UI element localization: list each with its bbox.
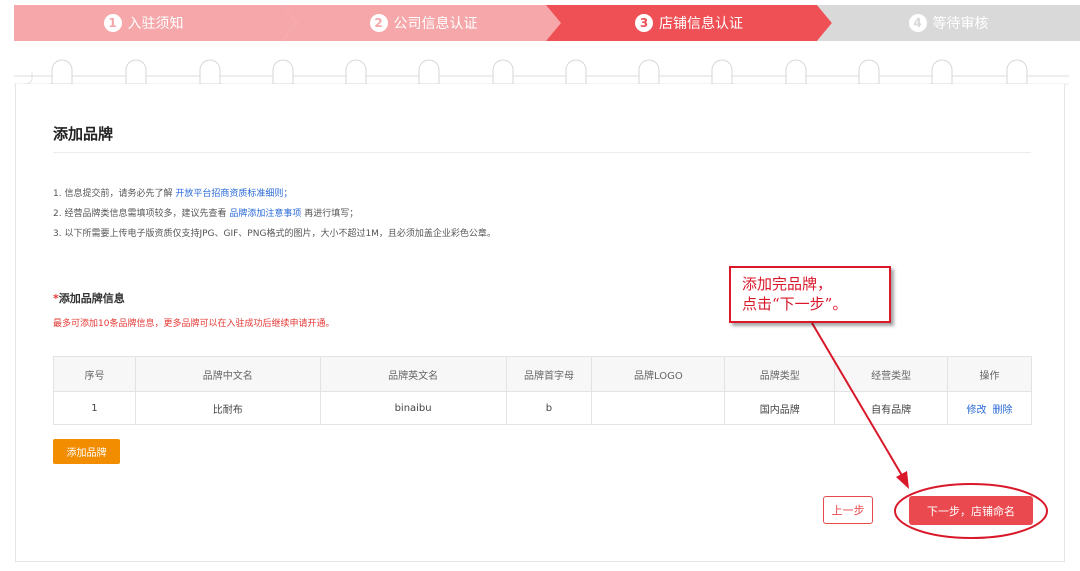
col-header-logo: 品牌LOGO (591, 356, 726, 392)
col-header-brand-type: 品牌类型 (724, 356, 836, 392)
step-2: 2 公司信息认证 (282, 5, 565, 41)
title-divider (53, 152, 1031, 153)
brand-section-label: 添加品牌信息 (58, 292, 125, 305)
step-2-number: 2 (369, 14, 388, 32)
cell-initial: b (505, 391, 593, 425)
cell-brand-type: 国内品牌 (724, 391, 836, 425)
step-4-label: 等待审核 (932, 16, 989, 32)
col-header-biz-type: 经营类型 (834, 356, 949, 392)
cell-logo (591, 391, 726, 425)
cell-index: 1 (53, 391, 136, 425)
note-3: 3. 以下所需要上传电子版资质仅支持JPG、GIF、PNG格式的图片，大小不超过… (53, 229, 496, 239)
rules-link[interactable]: 开放平台招商资质标准细则； (175, 189, 292, 199)
cell-biz-type: 自有品牌 (834, 391, 949, 425)
table-row: 1 比耐布 binaibu b 国内品牌 自有品牌 修改 删除 (53, 391, 1032, 425)
edit-link[interactable]: 修改 (967, 405, 987, 416)
brand-limit-notice: 最多可添加10条品牌信息，更多品牌可以在入驻成功后继续申请开通。 (53, 319, 335, 329)
brand-table: 序号 品牌中文名 品牌英文名 品牌首字母 品牌LOGO 品牌类型 经营类型 操作… (53, 356, 1032, 425)
delete-link[interactable]: 删除 (993, 405, 1013, 416)
annotation-callout: 添加完品牌， 点击“下一步”。 (729, 266, 891, 323)
note-1-text: 1. 信息提交前，请务必先了解 (53, 189, 176, 199)
note-2: 2. 经营品牌类信息需填项较多，建议先查看 品牌添加注意事项 再进行填写； (53, 204, 496, 224)
note-2-suffix: 再进行填写； (301, 209, 359, 219)
step-4: 4 等待审核 (817, 5, 1080, 41)
cell-actions: 修改 删除 (947, 391, 1032, 425)
col-header-index: 序号 (53, 356, 136, 392)
step-2-label: 公司信息认证 (393, 16, 478, 32)
col-header-initial: 品牌首字母 (505, 356, 593, 392)
cell-en-name: binaibu (319, 391, 507, 425)
instruction-notes: 1. 信息提交前，请务必先了解 开放平台招商资质标准细则； 2. 经营品牌类信息… (53, 184, 496, 244)
step-3-active: 3 店铺信息认证 (546, 5, 832, 41)
step-3-number: 3 (635, 14, 653, 32)
prev-step-button[interactable]: 上一步 (823, 496, 873, 524)
brand-notice-link[interactable]: 品牌添加注意事项 (229, 209, 301, 219)
step-3-label: 店铺信息认证 (659, 16, 743, 32)
note-2-text: 2. 经营品牌类信息需填项较多，建议先查看 (53, 209, 230, 219)
step-1-number: 1 (103, 14, 122, 32)
annotation-line-2: 点击“下一步”。 (742, 295, 848, 313)
step-1: 1 入驻须知 (14, 5, 297, 41)
brand-section-title: *添加品牌信息 (53, 290, 125, 306)
cell-cn-name: 比耐布 (134, 391, 321, 425)
col-header-en-name: 品牌英文名 (319, 356, 507, 392)
next-step-button[interactable]: 下一步，店铺命名 (909, 496, 1033, 525)
step-4-number: 4 (908, 14, 927, 32)
step-1-label: 入驻须知 (127, 16, 184, 32)
table-header-row: 序号 品牌中文名 品牌英文名 品牌首字母 品牌LOGO 品牌类型 经营类型 操作 (53, 356, 1032, 392)
progress-steps: 1 入驻须知 2 公司信息认证 3 店铺信息认证 4 等待审核 (14, 5, 1080, 41)
col-header-cn-name: 品牌中文名 (134, 356, 321, 392)
add-brand-button[interactable]: 添加品牌 (53, 439, 120, 464)
col-header-actions: 操作 (947, 356, 1032, 392)
annotation-line-1: 添加完品牌， (742, 275, 833, 293)
note-1: 1. 信息提交前，请务必先了解 开放平台招商资质标准细则； (53, 184, 496, 204)
page-title: 添加品牌 (53, 125, 114, 143)
